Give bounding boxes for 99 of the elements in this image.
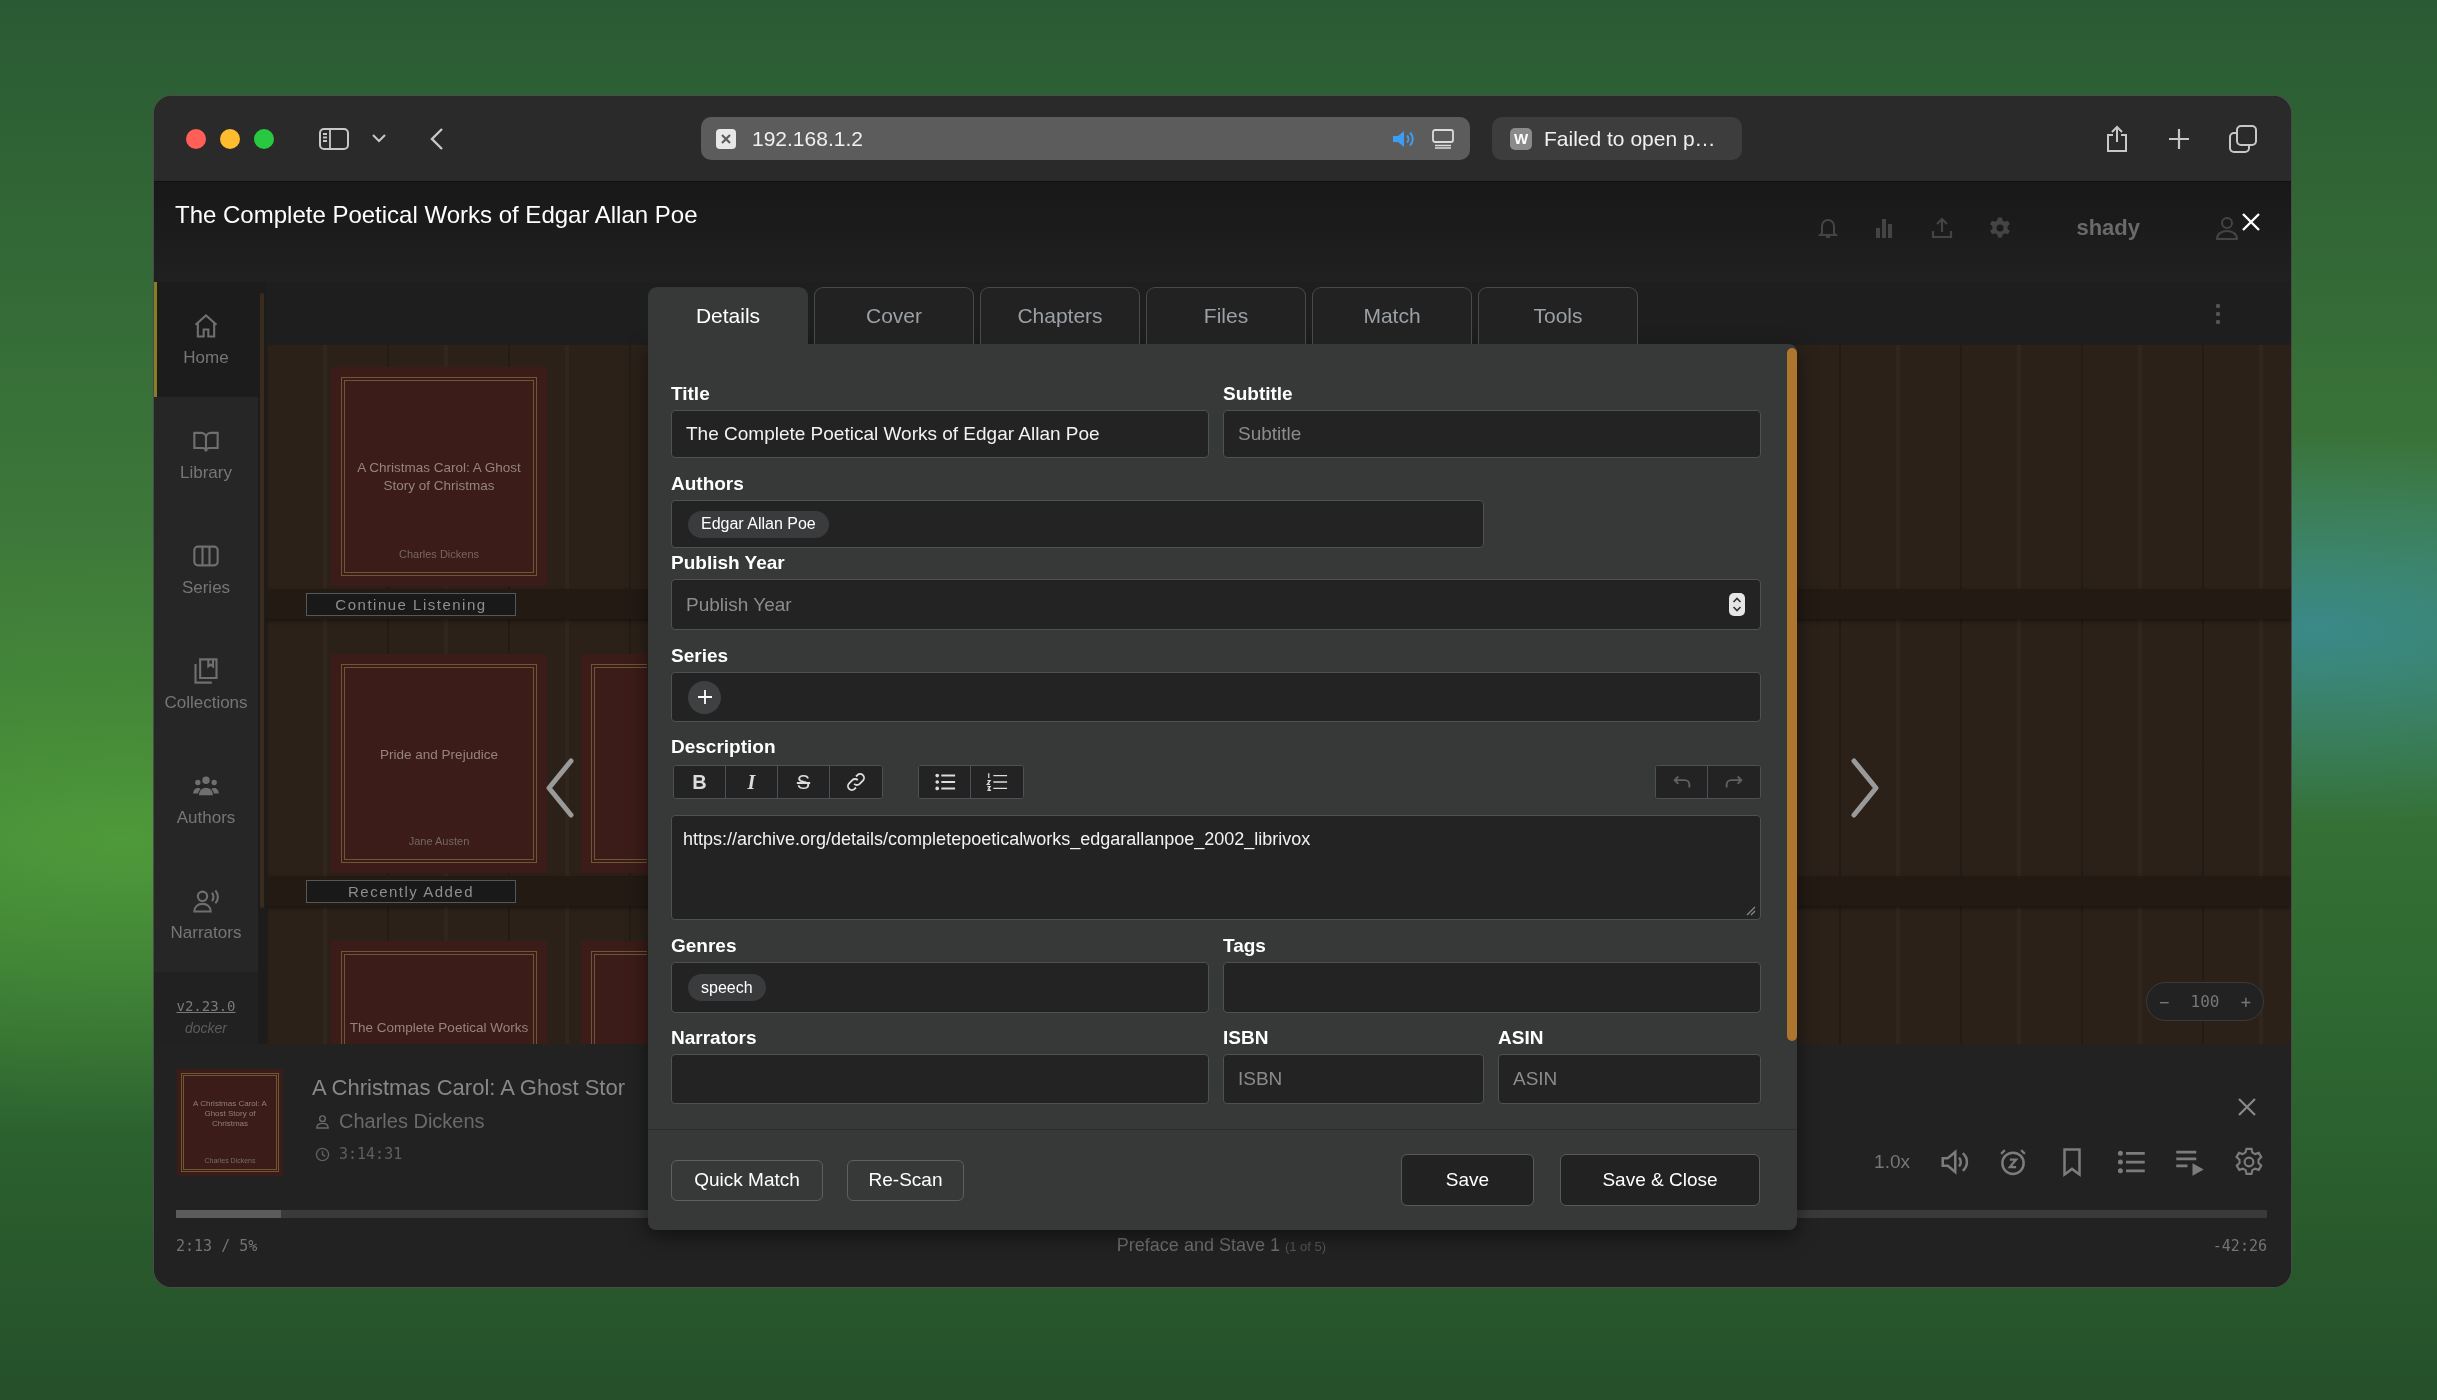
subtitle-input[interactable]: Subtitle xyxy=(1223,410,1761,458)
new-tab-icon[interactable] xyxy=(2167,126,2191,151)
link-icon xyxy=(845,771,867,793)
size-value: 100 xyxy=(2190,992,2220,1011)
shelf-label: Recently Added xyxy=(306,879,516,903)
book-duration: 3:14:31 xyxy=(339,1145,403,1163)
stepper-icon[interactable] xyxy=(1729,593,1745,616)
more-options-icon[interactable] xyxy=(2215,302,2221,325)
back-icon[interactable] xyxy=(430,126,444,151)
bullet-list-icon xyxy=(933,771,956,793)
field-label: Description xyxy=(671,735,776,759)
field-label: Title xyxy=(671,382,710,406)
field-label: Tags xyxy=(1223,934,1266,958)
window-control-dot[interactable] xyxy=(220,128,240,149)
resize-handle-icon[interactable] xyxy=(1746,906,1756,916)
genres-input[interactable]: speech xyxy=(671,962,1209,1013)
field-label: Publish Year xyxy=(671,551,785,575)
authors-input[interactable]: Edgar Allan Poe xyxy=(671,500,1484,548)
volume-icon[interactable] xyxy=(1939,1147,1969,1177)
version-link[interactable]: v2.23.0 xyxy=(176,998,236,1014)
book-cover[interactable]: The Complete Poetical Works xyxy=(331,941,547,1044)
sidebar-toggle-icon[interactable] xyxy=(319,127,349,150)
cover-author: Charles Dickens xyxy=(398,548,480,560)
x-square-icon xyxy=(716,128,736,149)
cover-title: Pride and Prejudice xyxy=(380,746,498,764)
bold-button[interactable]: B xyxy=(674,766,726,798)
chevron-right-icon[interactable] xyxy=(1850,758,1880,818)
cover-author: Jane Austen xyxy=(408,835,470,847)
sidebar-item[interactable]: Home xyxy=(154,282,258,397)
plus-icon xyxy=(697,690,712,704)
asin-input[interactable]: ASIN xyxy=(1498,1054,1761,1104)
cover-title: The Complete Poetical Works xyxy=(349,1019,529,1037)
bullet-list-button[interactable] xyxy=(919,766,971,798)
tags-input[interactable] xyxy=(1223,962,1761,1013)
tabs-overview-icon[interactable] xyxy=(2229,124,2257,153)
username[interactable]: shady xyxy=(2076,215,2140,241)
publish-year-input[interactable]: Publish Year xyxy=(671,579,1761,630)
chevron-left-icon[interactable] xyxy=(545,758,575,818)
genre-chip[interactable]: speech xyxy=(688,974,766,1001)
decrease-button[interactable]: − xyxy=(2159,991,2170,1012)
field-label: Genres xyxy=(671,934,737,958)
title-input[interactable]: The Complete Poetical Works of Edgar Allan Poe xyxy=(671,410,1209,458)
person-icon xyxy=(315,1113,330,1129)
book-cover[interactable]: A Christmas Carol: A Ghost Story of Christmas Charles Dickens xyxy=(331,367,547,586)
window-control-dot[interactable] xyxy=(186,128,206,149)
book-cover[interactable] xyxy=(581,941,647,1044)
tab[interactable]: Chapters xyxy=(980,287,1140,344)
tab-favicon: W xyxy=(1510,127,1532,150)
narrators-input[interactable] xyxy=(671,1054,1209,1104)
sleep-timer-icon[interactable] xyxy=(1998,1147,2028,1177)
add-series-button[interactable] xyxy=(688,680,721,714)
sidebar-item[interactable]: Authors xyxy=(154,742,258,857)
address-bar[interactable]: 192.168.1.2 xyxy=(701,117,1470,160)
playback-speed-button[interactable]: 1.0x xyxy=(1874,1151,1910,1173)
browser-tab[interactable]: W Failed to open p… xyxy=(1492,117,1742,160)
cover-title: A Christmas Carol: A Ghost Story of Christmas xyxy=(356,459,522,495)
scrollbar-thumb[interactable] xyxy=(1787,348,1797,1041)
sidebar-item[interactable]: Narrators xyxy=(154,857,258,972)
tab[interactable]: Files xyxy=(1146,287,1306,344)
window-control-dot[interactable] xyxy=(254,128,274,149)
tab[interactable]: Details xyxy=(648,287,808,344)
field-label: Subtitle xyxy=(1223,382,1293,406)
stacked-books-icon xyxy=(192,656,220,685)
field-label: ASIN xyxy=(1498,1026,1544,1050)
field-label: ISBN xyxy=(1223,1026,1269,1050)
settings-icon[interactable] xyxy=(2234,1147,2264,1177)
build-label: docker xyxy=(185,1020,227,1036)
share-icon[interactable] xyxy=(2106,124,2128,153)
remaining-time: -42:26 xyxy=(2212,1236,2267,1255)
author-chip[interactable]: Edgar Allan Poe xyxy=(688,510,829,538)
elapsed-time: 2:13 / 5% xyxy=(176,1236,259,1255)
increase-button[interactable]: + xyxy=(2240,991,2251,1012)
field-label: Series xyxy=(671,644,729,668)
numbered-list-icon xyxy=(986,771,1008,793)
field-label: Narrators xyxy=(671,1026,757,1050)
footer-button[interactable]: Re-Scan xyxy=(847,1159,964,1201)
clock-icon xyxy=(315,1146,330,1162)
description-field[interactable]: https://archive.org/details/completepoeticalworks_edgarallanpoe_2002_librivox xyxy=(671,815,1761,920)
sidebar-item[interactable]: Collections xyxy=(154,627,258,742)
tab[interactable]: Match xyxy=(1312,287,1472,344)
sidebar-item[interactable]: Library xyxy=(154,397,258,512)
modal-title: The Complete Poetical Works of Edgar Allan Poe xyxy=(175,201,698,229)
footer-button[interactable]: Quick Match xyxy=(671,1159,823,1201)
book-cover[interactable]: Pride and Prejudice Jane Austen xyxy=(331,654,547,873)
isbn-input[interactable]: ISBN xyxy=(1223,1054,1484,1104)
tab[interactable]: Cover xyxy=(814,287,974,344)
shelf-label: Continue Listening xyxy=(306,592,516,616)
book-cover[interactable] xyxy=(581,654,647,873)
field-label: Authors xyxy=(671,472,744,496)
footer-button[interactable]: Save xyxy=(1401,1154,1534,1206)
series-input[interactable] xyxy=(671,672,1761,722)
footer-button[interactable]: Save & Close xyxy=(1560,1154,1760,1206)
book-title[interactable]: A Christmas Carol: A Ghost Stor xyxy=(312,1075,625,1101)
chevron-down-icon[interactable] xyxy=(372,134,386,143)
cover-title: A Christmas Carol: A Ghost Story of Christmas xyxy=(192,1099,268,1129)
reader-icon[interactable] xyxy=(1432,128,1454,149)
tab[interactable]: Tools xyxy=(1478,287,1638,344)
sidebar-item[interactable]: Series xyxy=(154,512,258,627)
speaker-icon[interactable] xyxy=(1392,128,1416,149)
